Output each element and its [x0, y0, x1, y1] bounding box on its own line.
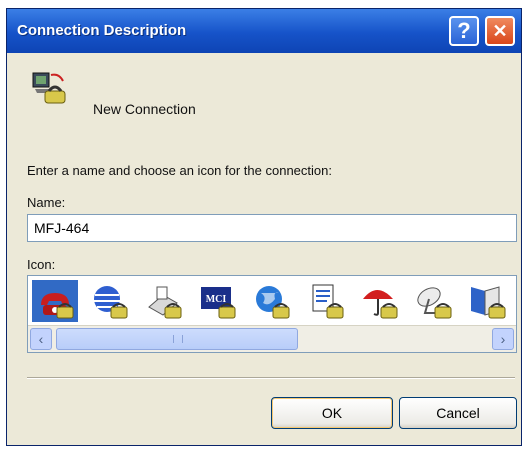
- separator: [27, 377, 515, 379]
- world-globe-icon[interactable]: [248, 280, 294, 322]
- connection-description-dialog: Connection Description ? ✕ New Connectio…: [6, 8, 522, 446]
- help-button[interactable]: ?: [449, 16, 479, 46]
- ok-button[interactable]: OK: [271, 397, 393, 429]
- close-icon: ✕: [492, 20, 508, 41]
- satellite-dish-icon[interactable]: [410, 280, 456, 322]
- icon-row: MCI: [28, 276, 516, 324]
- scroll-left-button[interactable]: ‹: [30, 328, 52, 350]
- book-icon[interactable]: [464, 280, 510, 322]
- umbrella-icon[interactable]: [356, 280, 402, 322]
- help-icon: ?: [457, 18, 471, 43]
- close-button[interactable]: ✕: [485, 16, 515, 46]
- fax-machine-icon[interactable]: [140, 280, 186, 322]
- document-icon[interactable]: [302, 280, 348, 322]
- title-bar[interactable]: Connection Description ? ✕: [7, 9, 521, 53]
- grip-icon: [173, 335, 183, 343]
- horizontal-scrollbar[interactable]: ‹ ›: [28, 325, 516, 352]
- chevron-left-icon: ‹: [38, 331, 44, 347]
- icon-label: Icon:: [27, 257, 56, 272]
- mci-icon[interactable]: MCI: [194, 280, 240, 322]
- red-phone-icon[interactable]: [32, 280, 78, 322]
- mci-logo-text: MCI: [206, 294, 227, 305]
- instruction-text: Enter a name and choose an icon for the …: [27, 163, 332, 178]
- chevron-right-icon: ›: [500, 331, 506, 347]
- name-input[interactable]: MFJ-464: [27, 214, 517, 242]
- scroll-thumb[interactable]: [56, 328, 298, 350]
- window-title: Connection Description: [17, 22, 187, 39]
- blue-globe-icon[interactable]: [86, 280, 132, 322]
- connection-name-label: New Connection: [93, 101, 196, 117]
- icon-list[interactable]: MCI ‹ ›: [27, 275, 517, 353]
- phone-computer-icon: [29, 69, 69, 109]
- name-label: Name:: [27, 195, 66, 210]
- cancel-button[interactable]: Cancel: [399, 397, 517, 429]
- scroll-right-button[interactable]: ›: [492, 328, 514, 350]
